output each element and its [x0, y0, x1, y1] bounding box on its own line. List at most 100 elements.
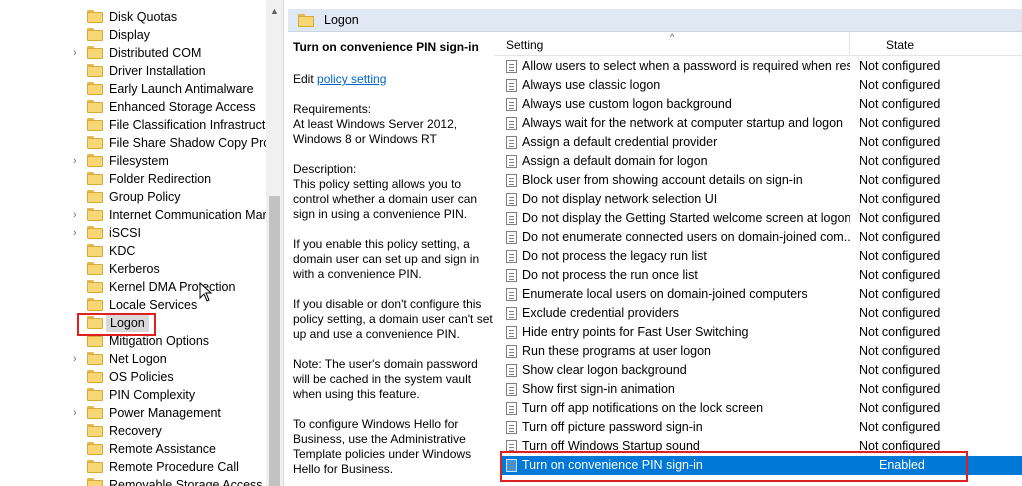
folder-icon	[87, 172, 103, 185]
tree-item[interactable]: › iSCSI	[0, 224, 266, 242]
folder-icon	[87, 262, 103, 275]
policy-row[interactable]: Always use custom logon background Not co…	[502, 95, 1022, 114]
policy-icon	[506, 307, 517, 320]
tree-item[interactable]: › Internet Communication Mar	[0, 206, 267, 224]
policy-icon	[506, 383, 517, 396]
tree-item[interactable]: Group Policy	[0, 188, 266, 206]
expand-chevron-icon[interactable]: ›	[73, 152, 81, 170]
policy-row[interactable]: Block user from showing account details …	[502, 171, 1022, 190]
tree-item[interactable]: KDC	[0, 242, 266, 260]
tree-item-label: Driver Installation	[109, 64, 206, 78]
tree-item[interactable]: Display	[0, 26, 266, 44]
scroll-up-arrow-icon[interactable]: ▲	[270, 6, 279, 16]
tree-item[interactable]: › Power Management	[0, 404, 266, 422]
tree-item[interactable]: Early Launch Antimalware	[0, 80, 266, 98]
folder-icon	[87, 46, 103, 59]
policy-row[interactable]: Show first sign-in animation Not configur…	[502, 380, 1022, 399]
tree-item[interactable]: Remote Assistance	[0, 440, 266, 458]
expand-chevron-icon[interactable]: ›	[73, 206, 81, 224]
policy-name: Do not enumerate connected users on doma…	[522, 230, 850, 244]
tree-item[interactable]: Recovery	[0, 422, 266, 440]
policy-row[interactable]: Run these programs at user logon Not conf…	[502, 342, 1022, 361]
tree-item[interactable]: Driver Installation	[0, 62, 266, 80]
description-line: Business, use the Administrative	[293, 432, 466, 446]
description-paragraph: If you disable or don't configure this po…	[293, 297, 498, 342]
tree-item[interactable]: Enhanced Storage Access	[0, 98, 266, 116]
policy-row[interactable]: Hide entry points for Fast User Switchin…	[502, 323, 1022, 342]
folder-icon	[87, 226, 103, 239]
expand-chevron-icon[interactable]: ›	[73, 404, 81, 422]
tree-item[interactable]: File Share Shadow Copy Provi	[0, 134, 279, 152]
tree-item[interactable]: › Net Logon	[0, 350, 266, 368]
policy-setting-link[interactable]: policy setting	[317, 72, 386, 86]
settings-list[interactable]: ^ Setting State Allow users to select wh…	[494, 32, 1022, 486]
tree-item-label: Removable Storage Access	[109, 478, 263, 486]
tree-item-label: Remote Assistance	[109, 442, 216, 456]
policy-row[interactable]: Exclude credential providers Not configur…	[502, 304, 1022, 323]
tree-item-label: Disk Quotas	[109, 10, 178, 24]
tree-item[interactable]: Removable Storage Access	[0, 476, 266, 486]
folder-icon	[87, 244, 103, 257]
policy-row[interactable]: Turn off app notifications on the lock s…	[502, 399, 1022, 418]
folder-icon	[87, 118, 103, 131]
policy-row[interactable]: Turn off picture password sign-in Not con…	[502, 418, 1022, 437]
expand-chevron-icon[interactable]: ›	[73, 224, 81, 242]
policy-state: Not configured	[859, 192, 941, 206]
policy-row[interactable]: Do not process the legacy run list Not co…	[502, 247, 1022, 266]
policy-row[interactable]: Always wait for the network at computer …	[502, 114, 1022, 133]
tree-item[interactable]: Folder Redirection	[0, 170, 266, 188]
policy-name: Hide entry points for Fast User Switchin…	[522, 325, 749, 339]
tree-item[interactable]: › Distributed COM	[0, 44, 266, 62]
policy-icon	[506, 421, 517, 434]
policy-state: Not configured	[859, 325, 941, 339]
folder-icon	[87, 460, 103, 473]
policy-row[interactable]: Do not display the Getting Started welco…	[502, 209, 1022, 228]
tree-item[interactable]: Kerberos	[0, 260, 266, 278]
description-line: Note: The user's domain password	[293, 357, 478, 371]
tree-item[interactable]: Locale Services	[0, 296, 266, 314]
policy-name: Do not display network selection UI	[522, 192, 718, 206]
policy-icon	[506, 326, 517, 339]
description-line: At least Windows Server 2012,	[293, 117, 458, 131]
tree-item-label: OS Policies	[109, 370, 174, 384]
tree-item[interactable]: OS Policies	[0, 368, 266, 386]
policy-row[interactable]: Show clear logon background Not configure…	[502, 361, 1022, 380]
policy-icon	[506, 136, 517, 149]
scrollbar-thumb[interactable]	[269, 196, 280, 486]
policy-icon	[506, 79, 517, 92]
tree-scrollbar[interactable]: ▲	[266, 0, 283, 486]
policy-row[interactable]: Do not process the run once list Not conf…	[502, 266, 1022, 285]
tree-item[interactable]: File Classification Infrastructu	[0, 116, 272, 134]
policy-state: Not configured	[859, 344, 941, 358]
expand-chevron-icon[interactable]: ›	[73, 350, 81, 368]
policy-row[interactable]: Always use classic logon Not configured	[502, 76, 1022, 95]
navigation-tree[interactable]: Disk Quotas Display › Distributed COM Driver…	[0, 0, 284, 486]
tree-item[interactable]: Remote Procedure Call	[0, 458, 266, 476]
tree-item[interactable]: PIN Complexity	[0, 386, 266, 404]
policy-row[interactable]: Do not display network selection UI Not c…	[502, 190, 1022, 209]
policy-icon	[506, 212, 517, 225]
policy-row[interactable]: Assign a default credential provider Not …	[502, 133, 1022, 152]
policy-row[interactable]: Enumerate local users on domain-joined c…	[502, 285, 1022, 304]
column-divider[interactable]	[849, 32, 850, 56]
column-header-state[interactable]: State	[886, 38, 914, 52]
policy-state: Not configured	[859, 78, 941, 92]
policy-state: Not configured	[859, 249, 941, 263]
policy-name: Always wait for the network at computer …	[522, 116, 843, 130]
policy-name: Assign a default credential provider	[522, 135, 718, 149]
expand-chevron-icon[interactable]: ›	[73, 44, 81, 62]
policy-row[interactable]: Assign a default domain for logon Not con…	[502, 152, 1022, 171]
policy-icon	[506, 288, 517, 301]
tree-item-label: Display	[109, 28, 150, 42]
policy-state: Not configured	[859, 268, 941, 282]
policy-row[interactable]: Do not enumerate connected users on doma…	[502, 228, 1022, 247]
policy-row[interactable]: Allow users to select when a password is…	[502, 57, 1022, 76]
tree-item[interactable]: Disk Quotas	[0, 8, 266, 26]
tree-item[interactable]: Kernel DMA Protection	[0, 278, 266, 296]
folder-icon	[298, 14, 314, 27]
tree-item-label: Remote Procedure Call	[109, 460, 239, 474]
tree-item[interactable]: › Filesystem	[0, 152, 266, 170]
column-header-setting[interactable]: Setting	[506, 38, 543, 52]
folder-icon	[87, 136, 103, 149]
folder-icon	[87, 190, 103, 203]
